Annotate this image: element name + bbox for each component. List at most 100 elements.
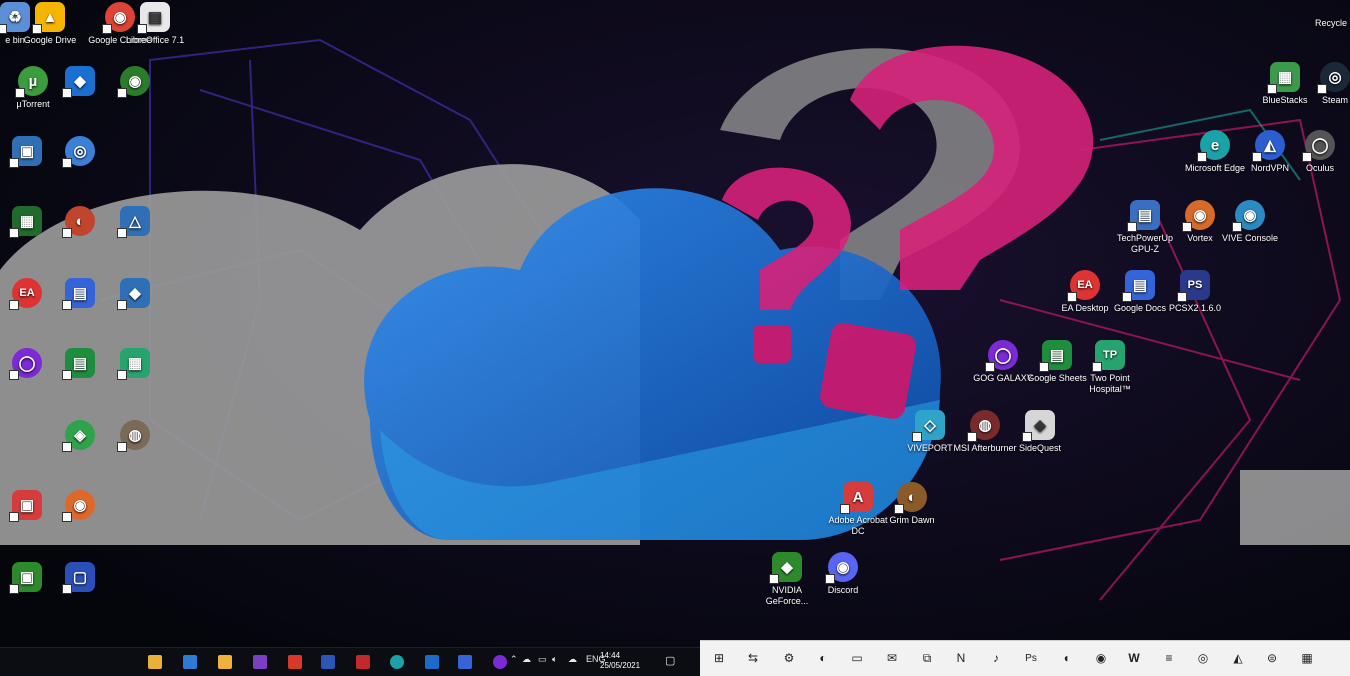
ea-icon: EA [1067, 270, 1100, 302]
app-icon: ▣ [9, 136, 42, 168]
vortex-icon: ◉ [1182, 200, 1215, 232]
photoshop-icon[interactable]: Ps [1020, 647, 1042, 669]
app-icon: ◈ [62, 420, 95, 452]
edge-icon: e [1197, 130, 1230, 162]
monitor-icon[interactable]: ▭ [538, 654, 547, 665]
app-icon[interactable]: ⧉ [916, 647, 938, 669]
msi-afterburner-icon: ◍ [967, 410, 1000, 442]
docs-icon[interactable] [458, 655, 472, 669]
nvidia-icon: ▣ [9, 562, 42, 594]
desktop-icon[interactable]: ◎ Steam [1300, 62, 1350, 106]
app-icon[interactable]: ◭ [1227, 647, 1249, 669]
desktop-icon[interactable]: PS PCSX2 1.6.0 [1160, 270, 1230, 314]
recycle-bin-label[interactable]: Recycle [1315, 18, 1347, 28]
desktop-icon[interactable]: ◍ [100, 420, 170, 453]
desktop-icon-label: µTorrent [16, 99, 50, 109]
start-icon[interactable]: ⊞ [708, 647, 730, 669]
desktop-icon-label: SideQuest [1018, 443, 1062, 453]
folder-icon[interactable] [218, 655, 232, 669]
onedrive-icon[interactable]: ☁ [568, 654, 577, 665]
desktop-icon[interactable]: ◉ Discord [808, 552, 878, 596]
desktop-icon-label: Grim Dawn [889, 515, 935, 525]
gog-icon[interactable] [493, 655, 507, 669]
google-docs-icon: ▤ [1122, 270, 1155, 302]
google-docs-icon: ▤ [62, 278, 95, 310]
steam-icon[interactable]: ⊜ [1261, 647, 1283, 669]
desktop-icon-label: Steam [1321, 95, 1348, 105]
app-icon: ▢ [62, 562, 95, 594]
task-view-icon[interactable]: ⇆ [742, 647, 764, 669]
desktop-icon[interactable]: ▤ LibreOffice 7.1 [120, 2, 190, 46]
office-icon[interactable] [288, 655, 302, 669]
desktop-icon-label: Discord [827, 585, 859, 595]
desktop-icon[interactable]: ◈ SideQuest [1005, 410, 1075, 454]
sidequest-icon: ◈ [1022, 410, 1055, 442]
clock[interactable]: 14:44 25/05/2021 [600, 651, 650, 671]
desktop-icon-label: LibreOffice 7.1 [125, 35, 185, 45]
discord-icon: ◉ [825, 552, 858, 584]
desktop-icon-label: Two Point Hospital™ [1089, 373, 1131, 394]
access-icon[interactable] [356, 655, 370, 669]
app-icon: ◉ [117, 66, 150, 98]
taskbar: ⌃ ☁ ▭ 🔈︎ ☁ ENG 14:44 25/05/2021 ▢ [0, 647, 700, 676]
volume-icon[interactable]: 🔈︎ [552, 654, 557, 665]
grim-dawn-icon: ◐ [894, 482, 927, 514]
edge-icon[interactable] [390, 655, 404, 669]
app-icon[interactable]: ◐ [812, 647, 834, 669]
app-icon: ◆ [62, 66, 95, 98]
mail-icon[interactable]: ✉ [881, 647, 903, 669]
docs-icon[interactable]: ≡ [1158, 647, 1180, 669]
app-icon[interactable]: ▦ [1296, 647, 1318, 669]
desktop-icon-label: PCSX2 1.6.0 [1168, 303, 1222, 313]
desktop-icon[interactable]: ▲ Google Drive [15, 2, 85, 46]
app-icon: ▦ [117, 348, 150, 380]
file-explorer-icon[interactable] [148, 655, 162, 669]
settings-icon[interactable]: ⚙ [778, 647, 800, 669]
word-icon[interactable] [321, 655, 335, 669]
bluestacks-icon: ▦ [1267, 62, 1300, 94]
libreoffice-icon: ▤ [137, 2, 170, 34]
google-sheets-icon: ▤ [1039, 340, 1072, 372]
nordvpn-icon: ◭ [1252, 130, 1285, 162]
chevron-up-icon[interactable]: ⌃ [510, 654, 518, 665]
desktop-icon-label: Oculus [1305, 163, 1334, 173]
grey-block [1240, 470, 1350, 545]
app-icon[interactable]: ▭ [846, 647, 868, 669]
app-icon[interactable]: ◖ [1055, 647, 1077, 669]
google-drive-icon: ▲ [32, 2, 65, 34]
desktop-icon[interactable]: ◎ [45, 136, 115, 169]
desktop-icon[interactable]: ◆ [100, 278, 170, 311]
app-icon: ◉ [62, 490, 95, 522]
oculus-icon: ◯ [1302, 130, 1335, 162]
desktop-icon-label: Google Drive [23, 35, 77, 45]
onenote-icon[interactable] [253, 655, 267, 669]
ea-icon: EA [9, 278, 42, 310]
two-point-hospital-icon: TP [1092, 340, 1125, 372]
app-icon: ◆ [117, 278, 150, 310]
desktop-icon[interactable]: TP Two Point Hospital™ [1075, 340, 1145, 395]
pcsx2-icon: PS [1177, 270, 1210, 302]
mail-icon[interactable] [183, 655, 197, 669]
desktop-icon[interactable]: ◐ Grim Dawn [877, 482, 947, 526]
outlook-icon[interactable] [425, 655, 439, 669]
quick-launch-strip: ⊞ ⇆ ⚙ ◐ ▭ ✉ ⧉ N ♪ Ps ◖ ◉ W ≡ ◎ ◭ ⊜ ▦ [700, 640, 1350, 676]
desktop-icon[interactable]: ◉ [100, 66, 170, 99]
app-icon: ◐ [62, 206, 95, 238]
notification-icon[interactable]: ▢ [665, 654, 675, 667]
desktop-icon[interactable]: ▦ [100, 348, 170, 381]
desktop-icon[interactable]: △ [100, 206, 170, 239]
desktop-icon[interactable]: ▢ [45, 562, 115, 595]
clock-date: 25/05/2021 [600, 661, 641, 670]
acrobat-icon: ▣ [9, 490, 42, 522]
gog-icon: ◯ [9, 348, 42, 380]
desktop-icon[interactable]: ◉ [45, 490, 115, 523]
app-icon[interactable]: ◉ [1090, 647, 1112, 669]
desktop-icon[interactable]: ◉ VIVE Console [1215, 200, 1285, 244]
desktop-icon[interactable]: ◯ Oculus [1285, 130, 1350, 174]
onenote-icon[interactable]: N [950, 647, 972, 669]
cloud-icon[interactable]: ☁ [522, 654, 531, 665]
gpuz-icon: ▤ [1127, 200, 1160, 232]
word-icon[interactable]: W [1123, 647, 1145, 669]
music-icon[interactable]: ♪ [985, 647, 1007, 669]
app-icon[interactable]: ◎ [1192, 647, 1214, 669]
